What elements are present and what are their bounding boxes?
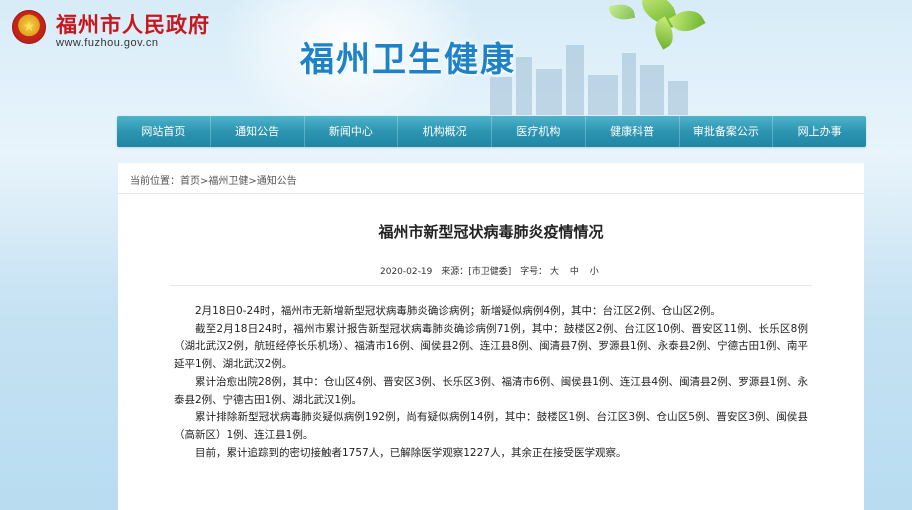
nav-item-medical[interactable]: 医疗机构 [492,116,586,147]
font-size-large-button[interactable]: 大 [550,267,559,277]
font-size-small-button[interactable]: 小 [590,267,599,277]
divider [170,285,812,286]
nav-item-approvals[interactable]: 审批备案公示 [680,116,774,147]
breadcrumb: 当前位置：首页>福州卫健>通知公告 [130,172,297,187]
breadcrumb-home-link[interactable]: 首页 [180,176,200,187]
font-size-medium-button[interactable]: 中 [570,267,579,277]
site-url: www.fuzhou.gov.cn [56,37,159,49]
breadcrumb-prefix: 当前位置： [130,176,180,187]
breadcrumb-current-link[interactable]: 通知公告 [257,176,297,187]
content-panel: 当前位置：首页>福州卫健>通知公告 福州市新型冠状病毒肺炎疫情情况 2020-0… [118,163,864,510]
article-title: 福州市新型冠状病毒肺炎疫情情况 [378,223,604,241]
font-size-label: 字号： [520,267,548,277]
leaf-decoration [608,2,636,22]
nav-item-about[interactable]: 机构概况 [398,116,492,147]
article-source-label: 来源： [441,267,469,277]
article-paragraph: 截至2月18日24时，福州市累计报告新型冠状病毒肺炎确诊病例71例，其中：鼓楼区… [174,322,808,371]
article-body: 2月18日0-24时，福州市无新增新型冠状病毒肺炎确诊病例；新增疑似病例4例，其… [174,303,808,462]
national-emblem-icon[interactable]: ★ [12,10,46,44]
nav-item-notices[interactable]: 通知公告 [211,116,305,147]
nav-item-health-science[interactable]: 健康科普 [586,116,680,147]
breadcrumb-separator: > [248,176,257,187]
article-date: 2020-02-19 [380,267,433,277]
article-paragraph: 累计治愈出院28例，其中：仓山区4例、晋安区3例、长乐区3例、福清市6例、闽侯县… [174,375,808,406]
header-banner: ★ 福州市人民政府 www.fuzhou.gov.cn 福州卫生健康 [0,0,912,115]
article-paragraph: 累计排除新型冠状病毒肺炎疑似病例192例，尚有疑似病例14例，其中：鼓楼区1例、… [174,411,808,441]
main-nav: 网站首页 通知公告 新闻中心 机构概况 医疗机构 健康科普 审批备案公示 网上办… [117,116,866,147]
breadcrumb-section-link[interactable]: 福州卫健 [208,176,248,187]
nav-item-home[interactable]: 网站首页 [117,116,211,147]
article-paragraph: 目前，累计追踪到的密切接触者1757人，已解除医学观察1227人，其余正在接受医… [195,446,627,459]
article-paragraph: 2月18日0-24时，福州市无新增新型冠状病毒肺炎确诊病例；新增疑似病例4例，其… [195,305,721,317]
article-meta: 2020-02-19 来源：[市卫健委] 字号： 大 中 小 [380,264,607,277]
nav-item-news[interactable]: 新闻中心 [305,116,399,147]
site-title[interactable]: 福州市人民政府 [56,9,210,39]
divider [118,193,864,194]
nav-item-online-services[interactable]: 网上办事 [773,116,866,147]
article-source: [市卫健委] [468,267,512,277]
brand-title: 福州卫生健康 [300,40,516,80]
